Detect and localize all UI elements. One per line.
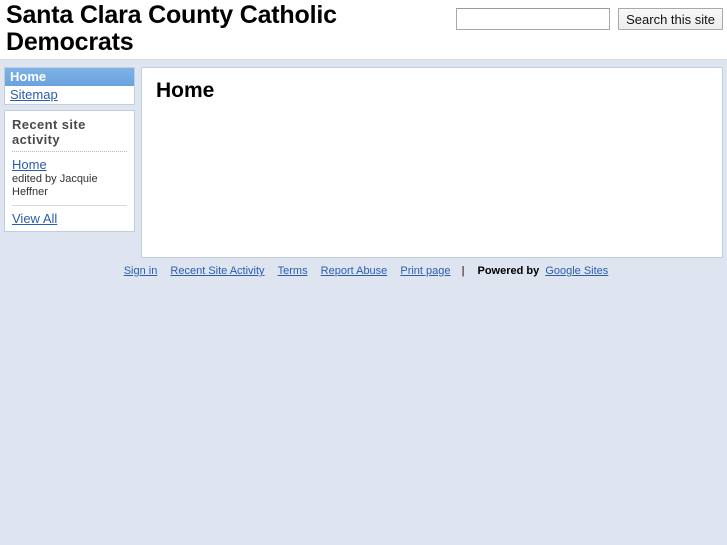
sidebar-item-home-label: Home [10,69,47,84]
google-sites-link[interactable]: Google Sites [545,265,608,277]
sidebar: Home Sitemap Recent site activity Home e… [4,67,135,237]
site-header: Santa Clara County Catholic Democrats Se… [0,0,727,60]
sidebar-item-sitemap-label: Sitemap [10,87,58,102]
page-body: Home Sitemap Recent site activity Home e… [0,60,727,258]
footer-link-report-abuse[interactable]: Report Abuse [321,265,388,277]
activity-entry-meta: edited by Jacquie Heffner [12,173,98,198]
search-button[interactable]: Search this site [618,8,723,30]
footer-link-print-page[interactable]: Print page [400,265,450,277]
activity-entry-link[interactable]: Home [12,157,47,172]
footer-link-terms[interactable]: Terms [278,265,308,277]
search-input[interactable] [456,8,611,30]
activity-divider-solid [12,205,127,206]
sidebar-nav-box: Home Sitemap [4,67,135,105]
activity-divider-dotted [12,151,127,152]
search-area: Search this site [456,8,723,30]
recent-activity-box: Recent site activity Home edited by Jacq… [4,110,135,232]
sidebar-item-home[interactable]: Home [5,68,134,86]
view-all-link[interactable]: View All [12,211,57,226]
footer-separator: | [461,265,465,277]
footer-link-sign-in[interactable]: Sign in [124,265,158,277]
sidebar-item-sitemap[interactable]: Sitemap [5,86,134,104]
site-footer: Sign in Recent Site Activity Terms Repor… [0,264,727,278]
powered-by-label: Powered by [477,265,540,277]
content-panel: Home [141,67,723,258]
recent-activity-title: Recent site activity [12,117,86,147]
activity-entry: Home edited by Jacquie Heffner [12,157,127,199]
page-title: Santa Clara County Catholic Democrats [6,1,337,56]
footer-link-recent-site-activity[interactable]: Recent Site Activity [170,265,264,277]
content-page-title: Home [156,79,215,102]
